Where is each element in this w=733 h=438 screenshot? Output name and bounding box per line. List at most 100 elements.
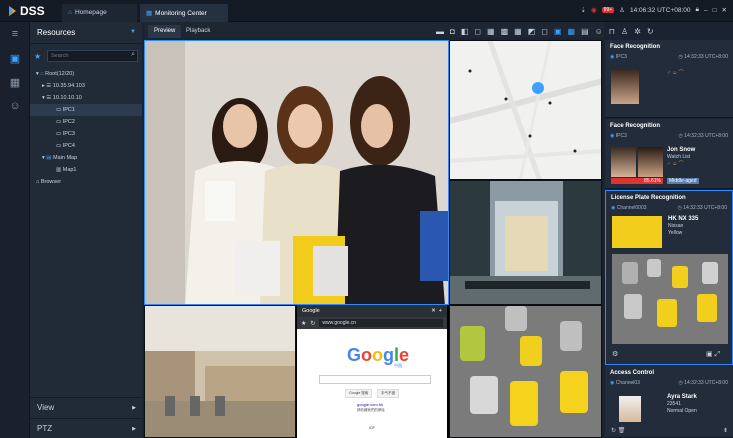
search-placeholder: Search: [51, 53, 69, 59]
person-icon[interactable]: ♙: [621, 27, 628, 36]
event-meta: ◉ IPC3 ◷ 14:32:33 UTC+8:00: [610, 54, 728, 60]
ptz-section[interactable]: PTZ ▶: [30, 418, 142, 438]
layout-4-icon[interactable]: ▦: [487, 27, 495, 36]
chevron-down-icon[interactable]: ▼: [130, 29, 136, 35]
close-icon[interactable]: ✕ +: [431, 308, 442, 314]
match-list: Watch List: [667, 154, 691, 160]
camera-icon: ▭: [56, 131, 62, 137]
tree-node-ipc3[interactable]: ▭ IPC3: [36, 128, 142, 140]
edit-layout-icon[interactable]: ◩: [528, 27, 536, 36]
plate-number: HK NX 335: [668, 216, 699, 222]
video-window-lobby[interactable]: [144, 305, 296, 438]
car-icon[interactable]: ⊓: [609, 27, 615, 36]
video-window-main[interactable]: [144, 40, 449, 305]
event-time: 14:32:33 UTC+8:00: [684, 380, 728, 386]
match-name: Jon Snow: [667, 147, 696, 153]
close-icon[interactable]: ✕: [722, 6, 727, 14]
camera-icon: ▭: [56, 119, 62, 125]
tab-homepage[interactable]: ⌂ Homepage: [62, 4, 137, 22]
smart-grid-icon[interactable]: ▦: [568, 27, 576, 36]
snapshot-icon[interactable]: ◘: [450, 27, 455, 36]
google-hk-link[interactable]: google.com.hk: [357, 402, 383, 407]
event-face-2[interactable]: Face Recognition ◉ IPC3 ◷ 14:32:33 UTC+8:…: [605, 119, 733, 189]
face-icon[interactable]: ☺: [595, 27, 603, 36]
settings-icon[interactable]: ✲: [634, 27, 641, 36]
refresh-icon[interactable]: ↻: [647, 27, 654, 36]
tree-node-browser[interactable]: ⌂ Browser: [36, 176, 142, 188]
download-icon[interactable]: ⇣: [581, 6, 586, 14]
tree-node-label: Root(12/20): [45, 71, 75, 77]
google-search-button[interactable]: Google 搜索: [345, 389, 373, 398]
menu-icon[interactable]: ≡: [0, 22, 30, 46]
tree-node-ipc2[interactable]: ▭ IPC2: [36, 116, 142, 128]
browser-window[interactable]: Google ✕ + ★ ↻ www.google.cn Google 中国 Goog…: [297, 305, 447, 438]
settings-icon[interactable]: ⚙: [612, 351, 618, 358]
tab-playback[interactable]: Playback: [180, 25, 216, 38]
star-icon[interactable]: ★: [301, 320, 306, 327]
location-pin-icon: ◉: [610, 54, 615, 60]
tab-monitoring-center-label: Monitoring Center: [155, 10, 207, 17]
tree-node-map1[interactable]: ▥ Map1: [36, 164, 142, 176]
view-section[interactable]: View ▶: [30, 397, 142, 417]
event-panel-icon[interactable]: ▣: [554, 27, 562, 36]
save-view-icon[interactable]: ▬: [436, 27, 444, 36]
lock-icon[interactable]: 🔒︎: [696, 6, 699, 14]
tree-node-ipc4[interactable]: ▭ IPC4: [36, 140, 142, 152]
panel-icon[interactable]: ▤: [581, 27, 589, 36]
refresh-icon[interactable]: ↻ 🗑︎: [611, 428, 625, 435]
minimize-icon[interactable]: –: [704, 7, 708, 14]
tab-monitoring-center[interactable]: ▦ Monitoring Center: [140, 4, 228, 22]
tree-node-device2[interactable]: ▾ ☰ 10.10.10.10: [36, 92, 142, 104]
grid-icon: ▦: [146, 10, 153, 17]
view-label: View: [37, 403, 55, 412]
resources-panel: Resources ▼ ★ Search ⌕ ▾ ⌂ Root(12/20) ▸ ☰…: [30, 22, 142, 438]
layout-icon[interactable]: ▦: [0, 70, 30, 94]
fullscreen-icon[interactable]: ◻: [541, 27, 548, 36]
record-icon[interactable]: ◧: [461, 27, 469, 36]
camera-icon: ▭: [56, 143, 62, 149]
url-field[interactable]: www.google.cn: [319, 319, 443, 327]
google-search-input[interactable]: [319, 375, 431, 384]
location-pin-icon: ◉: [610, 380, 615, 386]
tree-node-main-map[interactable]: ▾ ▤ Main Map: [36, 152, 142, 164]
layout-9-icon[interactable]: ▩: [501, 27, 509, 36]
map-image: [450, 41, 601, 179]
browser-tab-title[interactable]: Google: [302, 308, 320, 314]
tree-node-ipc1[interactable]: ▭ IPC1: [30, 104, 142, 116]
tree-node-label: IPC4: [62, 143, 75, 149]
event-access-control[interactable]: Access Control ◉ Channel03 ◷ 14:32:33 UTC…: [605, 366, 733, 438]
monitor-icon[interactable]: ▣: [0, 46, 30, 70]
video-window-traffic[interactable]: [449, 305, 602, 438]
layout-1-icon[interactable]: ◻: [474, 27, 481, 36]
tab-preview[interactable]: Preview: [148, 25, 182, 38]
resource-search-input[interactable]: Search ⌕: [47, 50, 138, 62]
face-search-icon[interactable]: ☺: [0, 94, 30, 118]
browser-page: Google 中国 Google 搜索 手气不错 google.com.hk 請…: [297, 329, 447, 438]
tree-node-label: IPC1: [62, 107, 75, 113]
reload-icon[interactable]: ↻: [310, 320, 315, 327]
collapse-icon[interactable]: ⇟: [723, 428, 728, 435]
ptz-label: PTZ: [37, 424, 53, 433]
image-tools-icon[interactable]: ▣ ⤢: [706, 351, 720, 358]
video-window-map[interactable]: [449, 40, 602, 180]
event-license-plate[interactable]: License Plate Recognition ◉ Channel0003 ◷…: [605, 190, 733, 365]
layout-16-icon[interactable]: ▦: [514, 27, 522, 36]
vehicle-brand: Nissan: [668, 223, 684, 229]
event-face-1[interactable]: Face Recognition ◉ IPC3 ◷ 14:32:33 UTC+8:…: [605, 40, 733, 118]
tab-homepage-label: Homepage: [74, 9, 107, 16]
video-toolbar: ▬ ◘ ◧ ◻ ▦ ▩ ▦ ◩ ◻ ▣ ▦ ▤ ☺ ⊓ ♙ ✲ ↻: [430, 22, 733, 40]
video-window-station[interactable]: [449, 180, 602, 305]
maximize-icon[interactable]: □: [713, 7, 717, 14]
favorite-star-icon[interactable]: ★: [34, 52, 44, 61]
event-channel: IPC3: [615, 133, 627, 139]
clock-icon: ◷: [678, 54, 683, 60]
search-icon[interactable]: ⌕: [131, 51, 135, 59]
tree-node-device1[interactable]: ▸ ☰ 10.35.94.103: [36, 80, 142, 92]
user-icon[interactable]: ♙: [619, 6, 625, 14]
google-footer-link[interactable]: ICP: [369, 426, 375, 430]
device-icon: ☰: [46, 83, 52, 89]
google-lucky-button[interactable]: 手气不错: [377, 389, 399, 398]
person-snapshot: [619, 396, 641, 422]
alarm-icon[interactable]: ◉: [591, 6, 597, 14]
tree-node-root[interactable]: ▾ ⌂ Root(12/20): [36, 68, 142, 80]
